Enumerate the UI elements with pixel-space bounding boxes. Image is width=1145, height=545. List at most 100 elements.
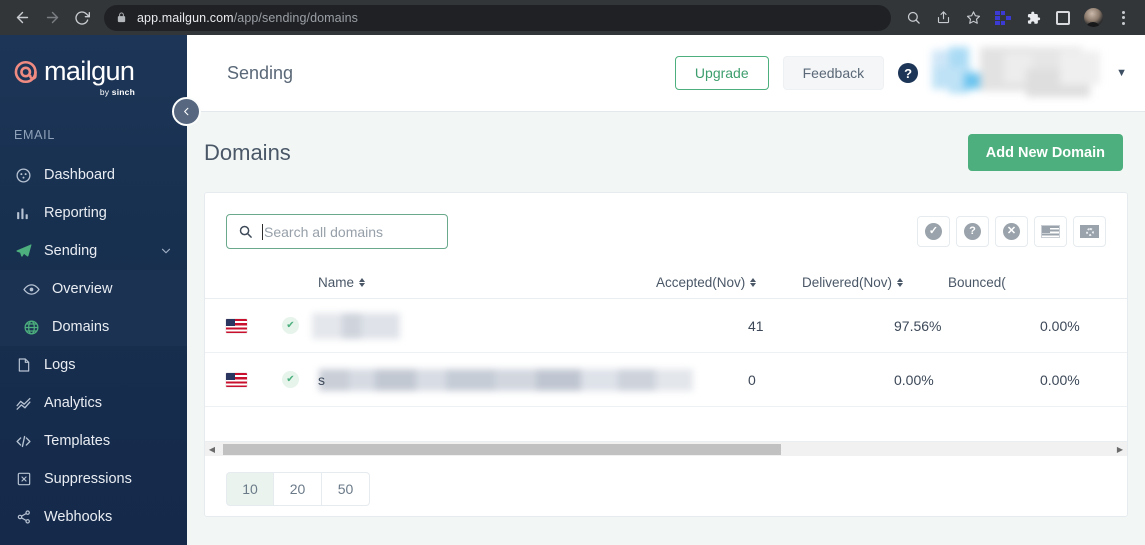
x-circle-icon: ✕	[1003, 223, 1020, 240]
app-root: app.mailgun.com/app/sending/domains mail…	[0, 0, 1145, 545]
search-icon[interactable]	[899, 4, 927, 32]
sidebar-item-label: Webhooks	[44, 509, 113, 525]
x-box-icon	[14, 470, 33, 489]
row-domain-name-blur	[312, 312, 400, 339]
column-bounced[interactable]: Bounced(	[948, 275, 1094, 290]
domains-table: Name Accepted(Nov) Delivered(Nov) Bounce…	[205, 267, 1127, 407]
column-header-label: Delivered(Nov)	[802, 275, 893, 290]
extensions-puzzle-icon[interactable]	[1019, 4, 1047, 32]
sidebar-item-webhooks[interactable]: Webhooks	[0, 498, 187, 536]
row-status: ✔	[282, 371, 318, 388]
verified-check-icon: ✔	[282, 371, 299, 388]
filter-region-us-button[interactable]	[1034, 216, 1067, 247]
page-size-10[interactable]: 10	[226, 472, 274, 506]
add-new-domain-button[interactable]: Add New Domain	[967, 134, 1123, 171]
filter-verified-button[interactable]: ✓	[917, 216, 950, 247]
row-delivered: 0.00%	[894, 371, 934, 388]
card-toolbar: Search all domains ✓ ? ✕	[205, 193, 1127, 249]
forward-arrow-icon[interactable]	[38, 4, 66, 32]
header-kicker: Sending	[227, 62, 294, 83]
horizontal-scrollbar[interactable]: ◀ ▶	[205, 441, 1127, 456]
bookmark-star-icon[interactable]	[959, 4, 987, 32]
extension-blue-icon[interactable]	[989, 4, 1017, 32]
dashboard-icon	[14, 166, 33, 185]
sidebar-item-logs[interactable]: Logs	[0, 346, 187, 384]
sidebar: mailgun by sinch EMAIL Dashboard Reporti…	[0, 35, 187, 545]
sidebar-item-domains[interactable]: Domains	[0, 308, 187, 346]
row-delivered: 97.56%	[894, 317, 942, 334]
sidebar-item-label: Dashboard	[44, 167, 115, 183]
scrollbar-track[interactable]	[219, 442, 1113, 457]
scrollbar-thumb[interactable]	[223, 443, 781, 455]
domains-card: Search all domains ✓ ? ✕ Name Accepted(N…	[204, 192, 1128, 517]
text-cursor	[262, 223, 263, 240]
sidebar-item-templates[interactable]: Templates	[0, 422, 187, 460]
sidebar-item-suppressions[interactable]: Suppressions	[0, 460, 187, 498]
sidebar-item-overview[interactable]: Overview	[0, 270, 187, 308]
address-bar[interactable]: app.mailgun.com/app/sending/domains	[104, 4, 891, 31]
sidebar-item-dashboard[interactable]: Dashboard	[0, 156, 187, 194]
sidebar-item-label: Suppressions	[44, 471, 132, 487]
column-name[interactable]: Name	[226, 275, 656, 290]
account-name-blurred[interactable]	[932, 47, 1101, 99]
filter-unverified-button[interactable]: ?	[956, 216, 989, 247]
sidebar-item-reporting[interactable]: Reporting	[0, 194, 187, 232]
scroll-left-arrow[interactable]: ◀	[205, 442, 219, 457]
reload-icon[interactable]	[68, 4, 96, 32]
sort-icon[interactable]	[359, 278, 366, 287]
page-title: Domains	[204, 139, 291, 165]
url-host: app.mailgun.com	[137, 10, 234, 25]
sort-icon[interactable]	[750, 278, 757, 287]
app-header: Sending Upgrade Feedback ? ▼	[187, 35, 1145, 112]
filter-region-eu-button[interactable]	[1073, 216, 1106, 247]
table-row[interactable]: ✔ 41 97.56% 0.00%	[205, 299, 1127, 353]
code-brackets-icon	[14, 432, 33, 451]
sidebar-item-analytics[interactable]: Analytics	[0, 384, 187, 422]
row-region	[226, 318, 282, 333]
back-arrow-icon[interactable]	[8, 4, 36, 32]
feedback-button[interactable]: Feedback	[782, 56, 885, 90]
eye-icon	[22, 280, 41, 299]
sidebar-item-label: Domains	[52, 319, 110, 335]
lock-icon	[116, 11, 127, 24]
url-path: /app/sending/domains	[233, 10, 359, 25]
sidebar-section-email: EMAIL	[14, 128, 56, 142]
row-domain-name[interactable]: s	[318, 368, 748, 391]
url-text: app.mailgun.com/app/sending/domains	[137, 11, 358, 25]
mailgun-logo-icon	[14, 59, 40, 85]
row-domain-name[interactable]	[312, 312, 748, 339]
profile-avatar[interactable]	[1079, 4, 1107, 32]
help-icon[interactable]: ?	[898, 63, 919, 83]
page-size-20[interactable]: 20	[274, 472, 322, 506]
search-input[interactable]: Search all domains	[226, 214, 448, 249]
sidebar-item-label: Analytics	[44, 395, 103, 411]
row-accepted: 41	[748, 317, 764, 334]
globe-icon	[22, 318, 41, 337]
sidebar-item-label: Templates	[44, 433, 111, 449]
account-dropdown-caret[interactable]: ▼	[1116, 67, 1127, 79]
mailgun-logo-text: mailgun	[44, 56, 135, 86]
chevron-down-icon[interactable]	[159, 244, 173, 258]
share-nodes-icon	[14, 508, 33, 527]
sidebar-panel-icon[interactable]	[1049, 4, 1077, 32]
sidebar-item-label: Reporting	[44, 205, 107, 221]
share-icon[interactable]	[929, 4, 957, 32]
scroll-right-arrow[interactable]: ▶	[1113, 442, 1127, 457]
column-accepted[interactable]: Accepted(Nov)	[656, 275, 802, 290]
main-content: Domains Add New Domain Search all domain…	[187, 112, 1145, 545]
verified-check-icon: ✔	[282, 317, 299, 334]
column-delivered[interactable]: Delivered(Nov)	[802, 275, 948, 290]
row-accepted: 0	[748, 371, 756, 388]
sidebar-item-sending[interactable]: Sending	[0, 232, 187, 270]
sidebar-collapse-button[interactable]	[172, 97, 201, 126]
chrome-menu-icon[interactable]	[1109, 4, 1137, 32]
check-circle-icon: ✓	[925, 223, 942, 240]
search-icon	[238, 224, 253, 239]
upgrade-button[interactable]: Upgrade	[674, 56, 769, 90]
table-row[interactable]: ✔ s 0 0.00% 0.00%	[205, 353, 1127, 407]
sort-icon[interactable]	[897, 278, 904, 287]
us-flag-icon	[226, 372, 247, 387]
page-size-50[interactable]: 50	[322, 472, 370, 506]
mailgun-logo[interactable]: mailgun by sinch	[0, 35, 187, 97]
filter-disabled-button[interactable]: ✕	[995, 216, 1028, 247]
